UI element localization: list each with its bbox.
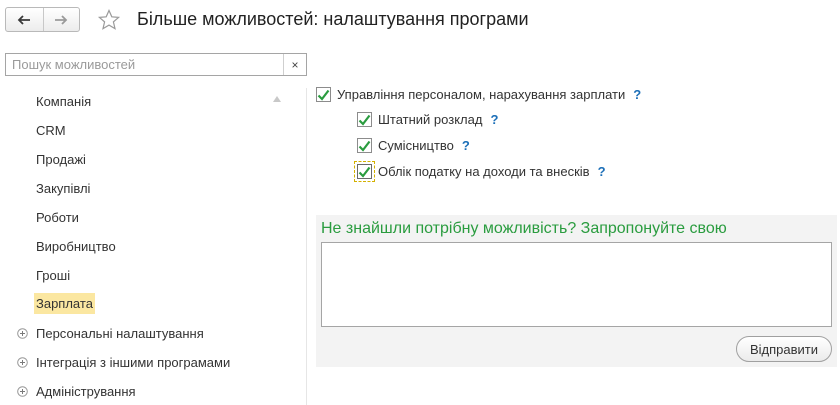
search-input[interactable] xyxy=(6,54,283,75)
part-time-checkbox[interactable] xyxy=(357,138,372,153)
option-label: Сумісництво xyxy=(378,138,454,153)
help-icon[interactable]: ? xyxy=(462,138,470,153)
back-button[interactable] xyxy=(6,8,43,31)
sidebar-item-works[interactable]: Роботи xyxy=(0,203,300,232)
option-staffing: Штатний розклад ? xyxy=(357,112,498,127)
sidebar-item-label: Закупівлі xyxy=(36,181,91,196)
sidebar-item-label: Компанія xyxy=(36,94,92,109)
close-icon: × xyxy=(291,57,299,72)
staffing-checkbox[interactable] xyxy=(357,112,372,127)
sidebar-item-salary[interactable]: Зарплата xyxy=(0,290,300,319)
help-icon[interactable]: ? xyxy=(598,164,606,179)
checkmark-icon xyxy=(358,114,371,126)
sidebar-item-label: Гроші xyxy=(36,268,71,283)
sidebar-item-label: Інтеграція з іншими програмами xyxy=(36,355,231,370)
checkmark-icon xyxy=(358,140,371,152)
suggestion-input[interactable] xyxy=(321,242,832,327)
sidebar-item-money[interactable]: Гроші xyxy=(0,261,300,290)
sidebar-item-integration[interactable]: Інтеграція з іншими програмами xyxy=(0,348,300,377)
scroll-up-icon[interactable] xyxy=(273,96,281,102)
help-icon[interactable]: ? xyxy=(490,112,498,127)
option-payroll: Управління персоналом, нарахування зарпл… xyxy=(316,87,641,102)
sidebar-item-sales[interactable]: Продажі xyxy=(0,145,300,174)
option-label: Облік податку на доходи та внесків xyxy=(378,164,590,179)
expand-icon[interactable] xyxy=(17,357,28,368)
sidebar-item-label: CRM xyxy=(36,123,66,138)
sidebar-item-production[interactable]: Виробництво xyxy=(0,232,300,261)
option-label: Штатний розклад xyxy=(378,112,483,127)
send-button[interactable]: Відправити xyxy=(736,336,832,362)
option-label: Управління персоналом, нарахування зарпл… xyxy=(337,87,626,102)
sidebar-item-personal-settings[interactable]: Персональні налаштування xyxy=(0,319,300,348)
sidebar-item-crm[interactable]: CRM xyxy=(0,116,300,145)
sidebar-item-administration[interactable]: Адміністрування xyxy=(0,377,300,405)
arrow-right-icon xyxy=(55,14,68,25)
sidebar-item-label: Зарплата xyxy=(34,293,95,314)
search-box: × xyxy=(5,53,307,76)
sections-list: Компанія CRM Продажі Закупівлі Роботи Ви… xyxy=(0,87,300,405)
payroll-checkbox[interactable] xyxy=(316,87,331,102)
panel-divider xyxy=(306,88,307,405)
suggestion-panel: Не знайшли потрібну можливість? Запропон… xyxy=(316,215,837,367)
sidebar-item-label: Виробництво xyxy=(36,239,116,254)
navigation-buttons xyxy=(5,7,80,32)
help-icon[interactable]: ? xyxy=(633,87,641,102)
sidebar-item-company[interactable]: Компанія xyxy=(0,87,300,116)
clear-search-button[interactable]: × xyxy=(283,54,306,75)
page-title: Більше можливостей: налаштування програм… xyxy=(137,9,529,29)
tax-checkbox[interactable] xyxy=(354,161,375,182)
sidebar-item-label: Роботи xyxy=(36,210,79,225)
forward-button[interactable] xyxy=(42,8,80,31)
option-tax: Облік податку на доходи та внесків ? xyxy=(354,161,606,182)
arrow-left-icon xyxy=(17,14,31,25)
sidebar-item-label: Адміністрування xyxy=(36,384,136,399)
checkmark-icon xyxy=(358,166,371,178)
expand-icon[interactable] xyxy=(17,328,28,339)
sidebar-item-purchases[interactable]: Закупівлі xyxy=(0,174,300,203)
sidebar-item-label: Продажі xyxy=(36,152,86,167)
option-part-time: Сумісництво ? xyxy=(357,138,470,153)
sidebar-item-label: Персональні налаштування xyxy=(36,326,204,341)
checkmark-icon xyxy=(317,89,330,101)
suggestion-title: Не знайшли потрібну можливість? Запропон… xyxy=(321,220,727,237)
star-icon[interactable] xyxy=(97,8,121,32)
expand-icon[interactable] xyxy=(17,386,28,397)
